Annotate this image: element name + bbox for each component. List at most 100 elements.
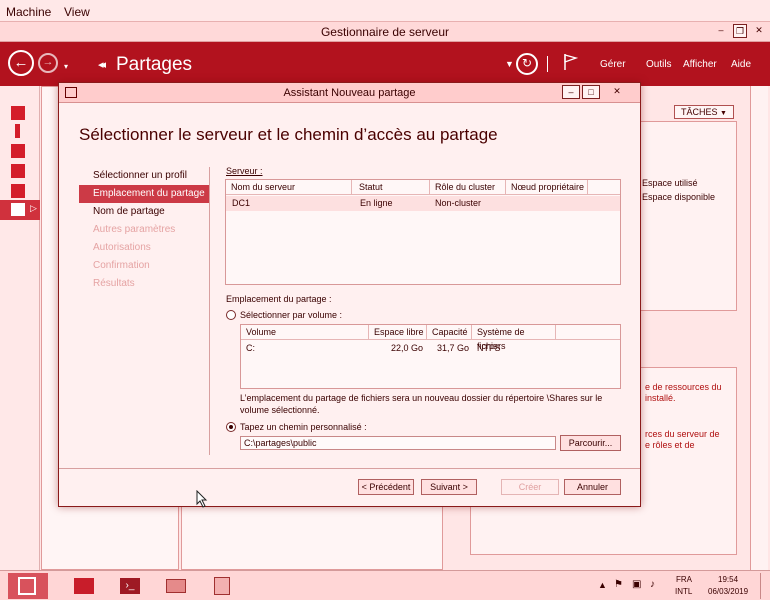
tasks-label: TÂCHES — [681, 107, 718, 117]
step-select-profile[interactable]: Sélectionner un profil — [79, 167, 209, 185]
minimize-button[interactable]: – — [714, 24, 728, 38]
shares-icon — [11, 203, 25, 216]
step-permissions: Autorisations — [93, 242, 151, 253]
table-row[interactable]: DC1 En ligne Non-cluster — [226, 196, 620, 211]
col-free-space[interactable]: Espace libre — [369, 325, 427, 340]
menu-manage[interactable]: Gérer — [600, 59, 626, 70]
restore-button[interactable]: ❐ — [733, 24, 747, 38]
tray-chevron-icon[interactable]: ▲ — [598, 580, 607, 590]
step-share-name[interactable]: Nom de partage — [79, 203, 209, 221]
steps-divider — [209, 167, 210, 455]
custom-path-radio[interactable] — [226, 422, 236, 432]
back-arrow-icon[interactable]: ← — [8, 50, 34, 76]
wizard-title: Assistant Nouveau partage — [283, 87, 416, 99]
taskbar-powershell[interactable]: ›_ — [110, 573, 150, 599]
app-titlebar: Gestionnaire de serveur – ❐ ✕ — [0, 22, 770, 42]
refresh-icon[interactable]: ↻ — [516, 53, 538, 75]
tray-date[interactable]: 06/03/2019 — [708, 587, 748, 596]
by-volume-radio[interactable] — [226, 310, 236, 320]
col-cluster-role[interactable]: Rôle du cluster — [430, 180, 506, 195]
wizard-maximize-button[interactable]: □ — [582, 85, 600, 99]
new-share-wizard: Assistant Nouveau partage – □ ✕ Sélectio… — [58, 82, 641, 507]
server-label: Serveur : — [226, 166, 263, 176]
cancel-button[interactable]: Annuler — [564, 479, 621, 495]
scrollbar[interactable] — [750, 86, 768, 570]
custom-path-input[interactable]: C:\partages\public — [240, 436, 556, 450]
menu-tools[interactable]: Outils — [646, 59, 672, 70]
note1-line2: installé. — [645, 393, 676, 403]
close-button[interactable]: ✕ — [752, 24, 766, 38]
tray-volume-icon[interactable]: ♪ — [650, 579, 655, 590]
col-status[interactable]: Statut — [354, 180, 430, 195]
wizard-steps: Sélectionner un profil Emplacement du pa… — [79, 167, 209, 293]
server-grid: Nom du serveur Statut Rôle du cluster Nœ… — [225, 179, 621, 285]
note1-line1: e de ressources du — [645, 382, 722, 392]
footer-divider — [59, 468, 640, 469]
col-owner-node[interactable]: Nœud propriétaire — [506, 180, 588, 195]
wizard-titlebar: Assistant Nouveau partage – □ ✕ — [59, 83, 640, 103]
wizard-minimize-button[interactable]: – — [562, 85, 580, 99]
step-share-location[interactable]: Emplacement du partage — [79, 185, 209, 203]
tray-flag-icon[interactable]: ⚑ — [614, 579, 623, 590]
powershell-icon: ›_ — [120, 578, 140, 594]
browse-button[interactable]: Parcourir... — [560, 435, 621, 451]
volume-grid-header: Volume Espace libre Capacité Système de … — [241, 325, 620, 351]
tray-lang-top[interactable]: FRA — [676, 575, 692, 584]
header-divider — [547, 56, 548, 72]
vm-menu-view[interactable]: View — [64, 5, 90, 19]
show-desktop-button[interactable] — [760, 573, 766, 599]
table-row[interactable]: C: 22,0 Go 31,7 Go NTFS — [241, 341, 620, 356]
server-status-cell: En ligne — [360, 198, 393, 208]
create-button: Créer — [501, 479, 559, 495]
all-servers-icon[interactable] — [11, 144, 25, 158]
folder-icon — [166, 579, 186, 593]
wizard-close-button[interactable]: ✕ — [602, 85, 632, 99]
used-space-label: Espace utilisé — [642, 178, 698, 188]
taskbar-network[interactable] — [202, 573, 242, 599]
step-confirmation: Confirmation — [93, 260, 150, 271]
taskbar-server-manager[interactable] — [64, 573, 104, 599]
previous-button[interactable]: < Précédent — [358, 479, 414, 495]
note2-line1: rces du serveur de — [645, 429, 720, 439]
col-capacity[interactable]: Capacité — [427, 325, 472, 340]
menu-view[interactable]: Afficher — [683, 59, 717, 70]
network-icon — [214, 577, 230, 595]
share-location-label: Emplacement du partage : — [226, 294, 332, 304]
page-title: Partages — [116, 54, 193, 75]
local-server-icon[interactable] — [15, 124, 20, 138]
forward-arrow-icon[interactable]: → — [38, 53, 58, 73]
col-volume[interactable]: Volume — [241, 325, 369, 340]
note2-line2: e rôles et de — [645, 440, 695, 450]
vm-menu-bar: Machine View — [0, 0, 770, 22]
flag-icon[interactable] — [562, 53, 578, 71]
chevron-down-icon[interactable]: ▼ — [505, 59, 514, 69]
tray-network-icon[interactable]: ▣ — [632, 579, 641, 590]
info-line-1: L’emplacement du partage de fichiers ser… — [240, 393, 603, 403]
dropdown-arrow-icon[interactable]: ▾ — [64, 62, 68, 71]
next-button[interactable]: Suivant > — [421, 479, 477, 495]
volume-cell: C: — [246, 343, 255, 353]
server-role-cell: Non-cluster — [435, 198, 482, 208]
start-button[interactable] — [8, 573, 48, 599]
tray-time[interactable]: 19:54 — [718, 575, 738, 584]
tasks-dropdown[interactable]: TÂCHES ▼ — [674, 105, 734, 119]
volumes-icon[interactable] — [11, 184, 25, 198]
taskbar-explorer[interactable] — [156, 573, 196, 599]
step-results: Résultats — [93, 278, 135, 289]
nav-selected-shares[interactable]: ▷ — [0, 200, 40, 220]
col-filesystem[interactable]: Système de fichiers — [472, 325, 556, 351]
volume-panel — [640, 121, 737, 311]
expand-arrow-icon: ▷ — [30, 203, 37, 213]
custom-path-label[interactable]: Tapez un chemin personnalisé : — [240, 422, 367, 432]
dashboard-icon[interactable] — [11, 106, 25, 120]
tray-lang-bottom[interactable]: INTL — [675, 587, 692, 596]
wizard-heading: Sélectionner le serveur et le chemin d’a… — [79, 125, 498, 144]
col-server-name[interactable]: Nom du serveur — [226, 180, 352, 195]
menu-help[interactable]: Aide — [731, 59, 751, 70]
vm-menu-machine[interactable]: Machine — [6, 5, 51, 19]
mouse-cursor-icon — [196, 490, 208, 508]
by-volume-label[interactable]: Sélectionner par volume : — [240, 310, 342, 320]
volume-grid: Volume Espace libre Capacité Système de … — [240, 324, 621, 389]
capacity-cell: 31,7 Go — [437, 343, 470, 353]
file-services-icon[interactable] — [11, 164, 25, 178]
